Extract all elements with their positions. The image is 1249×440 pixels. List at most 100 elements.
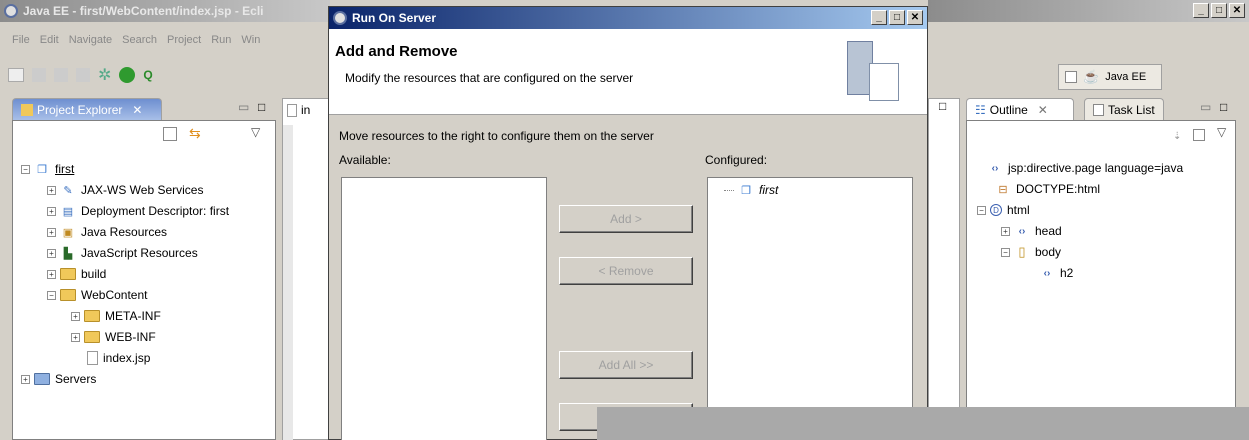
descriptor-icon: ▤ <box>62 205 74 218</box>
eclipse-title-bar-right[interactable]: _ □ ✕ <box>928 0 1249 22</box>
tree-item-label: WebContent <box>81 288 148 302</box>
available-list[interactable] <box>341 177 547 440</box>
project-explorer-icon <box>21 103 33 116</box>
print-icon[interactable] <box>54 68 68 82</box>
collapse-icon[interactable]: − <box>1001 247 1010 257</box>
maximize-view-icon[interactable]: □ <box>1220 100 1227 114</box>
close-icon[interactable]: ✕ <box>1038 103 1048 117</box>
file-icon <box>87 351 98 365</box>
open-perspective-icon[interactable] <box>1065 71 1077 83</box>
sort-icon[interactable]: ⇣ <box>1173 131 1181 142</box>
configured-label: Configured: <box>705 153 768 167</box>
outline-item[interactable]: ⊟ DOCTYPE:html <box>995 179 1100 199</box>
save-icon[interactable] <box>32 68 46 82</box>
menu-navigate[interactable]: Navigate <box>69 34 112 52</box>
configured-item[interactable]: ❐ first <box>724 180 778 200</box>
collapse-icon[interactable]: − <box>47 290 56 300</box>
editor-ruler <box>283 125 293 440</box>
tree-item-label: JavaScript Resources <box>81 246 198 260</box>
minimize-button[interactable]: _ <box>871 10 887 25</box>
debug-icon[interactable]: ✲ <box>98 65 111 85</box>
tree-item[interactable]: index.jsp <box>87 348 150 368</box>
dialog-title-bar[interactable]: Run On Server _ □ ✕ <box>329 7 927 29</box>
tab-project-explorer[interactable]: Project Explorer ✕ <box>12 98 162 120</box>
tree-item[interactable]: + ▙ JavaScript Resources <box>47 243 198 263</box>
menu-file[interactable]: File <box>12 34 30 52</box>
expand-icon[interactable]: + <box>1001 226 1010 236</box>
collapse-all-icon[interactable] <box>163 127 177 141</box>
expand-icon[interactable]: + <box>71 332 80 342</box>
tree-item[interactable]: + build <box>47 264 106 284</box>
screen: Java EE - first/WebContent/index.jsp - E… <box>0 0 1249 440</box>
view-menu-icon[interactable]: ▽ <box>251 125 260 139</box>
configured-item-label: first <box>759 183 779 197</box>
expand-icon[interactable]: + <box>71 311 80 321</box>
tree-item[interactable]: + ✎ JAX-WS Web Services <box>47 180 203 200</box>
maximize-view-icon[interactable]: □ <box>258 100 265 114</box>
tree-item[interactable]: − ❐ first <box>21 159 74 179</box>
remove-button[interactable]: < Remove <box>559 257 693 285</box>
outline-item[interactable]: ‹› jsp:directive.page language=java <box>987 158 1183 178</box>
open-icon[interactable] <box>76 68 90 82</box>
add-all-button[interactable]: Add All >> <box>559 351 693 379</box>
outline-item[interactable]: − ▯ body <box>1001 242 1061 262</box>
expand-icon[interactable]: + <box>47 269 56 279</box>
outline-item[interactable]: − Dhtml <box>977 200 1030 220</box>
outline-view: ☷ Outline ✕ Task List ▭ □ ⇣ ▽ ‹› jsp:dire… <box>966 98 1236 440</box>
search-icon[interactable]: Q <box>143 68 152 82</box>
configured-list[interactable]: ❐ first <box>707 177 913 440</box>
tree-item-label: Deployment Descriptor: first <box>81 204 230 218</box>
collapse-icon[interactable]: − <box>21 164 30 174</box>
project-explorer-view: Project Explorer ✕ ▭ □ ⇆ ▽ − ❐ first + ✎ JAX… <box>12 98 276 440</box>
minimize-view-icon[interactable]: ▭ <box>238 100 249 114</box>
expand-icon[interactable]: + <box>21 374 30 384</box>
perspective-switcher[interactable]: ☕ Java EE <box>1058 64 1162 90</box>
collapse-icon[interactable]: − <box>977 205 986 215</box>
menu-run[interactable]: Run <box>211 34 231 52</box>
expand-icon[interactable]: + <box>47 185 56 195</box>
outline-panel: ⇣ ▽ ‹› jsp:directive.page language=java ⊟… <box>966 120 1236 440</box>
add-button[interactable]: Add > <box>559 205 693 233</box>
tree-item-label: Servers <box>55 372 97 386</box>
tree-item[interactable]: + WEB-INF <box>71 327 156 347</box>
menu-edit[interactable]: Edit <box>40 34 59 52</box>
maximize-view-icon[interactable]: □ <box>939 99 946 113</box>
close-icon[interactable]: ✕ <box>132 103 142 117</box>
menu-search[interactable]: Search <box>122 34 157 52</box>
tree-item[interactable]: + Servers <box>21 369 96 389</box>
run-icon[interactable] <box>119 67 136 83</box>
toolbar: ✲ Q <box>8 62 328 88</box>
tree-item[interactable]: + ▤ Deployment Descriptor: first <box>47 201 229 221</box>
available-label: Available: <box>339 153 391 167</box>
tree-item[interactable]: + ▣ Java Resources <box>47 222 167 242</box>
tree-item-label: build <box>81 267 107 281</box>
outline-item[interactable]: + ‹› head <box>1001 221 1062 241</box>
link-editor-icon[interactable]: ⇆ <box>189 125 201 142</box>
expand-icon[interactable]: + <box>47 206 56 216</box>
tab-editor-label: in <box>301 103 311 117</box>
menu-project[interactable]: Project <box>167 34 201 52</box>
view-menu-icon[interactable]: ▽ <box>1217 125 1226 139</box>
minimize-button[interactable]: _ <box>1193 3 1209 18</box>
expand-icon[interactable]: + <box>47 248 56 258</box>
java-ee-icon: ☕ <box>1083 69 1100 84</box>
eclipse-title-bar[interactable]: Java EE - first/WebContent/index.jsp - E… <box>0 0 330 22</box>
tab-editor[interactable]: in <box>283 99 329 121</box>
tab-task-list[interactable]: Task List <box>1084 98 1164 120</box>
maximize-button[interactable]: □ <box>1211 3 1227 18</box>
collapse-all-icon[interactable] <box>1193 129 1205 141</box>
close-button[interactable]: ✕ <box>1229 3 1245 18</box>
tree-item[interactable]: − WebContent <box>47 285 148 305</box>
expand-icon[interactable]: + <box>47 227 56 237</box>
close-button[interactable]: ✕ <box>907 10 923 25</box>
outline-item[interactable]: ‹› h2 <box>1039 263 1074 283</box>
gray-overlay <box>597 407 1249 440</box>
minimize-view-icon[interactable]: ▭ <box>1200 100 1211 114</box>
task-list-icon <box>1093 103 1104 116</box>
perspective-label: Java EE <box>1105 71 1147 83</box>
menu-window[interactable]: Win <box>241 34 260 52</box>
tab-outline[interactable]: ☷ Outline ✕ <box>966 98 1074 120</box>
tree-item[interactable]: + META-INF <box>71 306 161 326</box>
new-icon[interactable] <box>8 68 24 82</box>
maximize-button[interactable]: □ <box>889 10 905 25</box>
